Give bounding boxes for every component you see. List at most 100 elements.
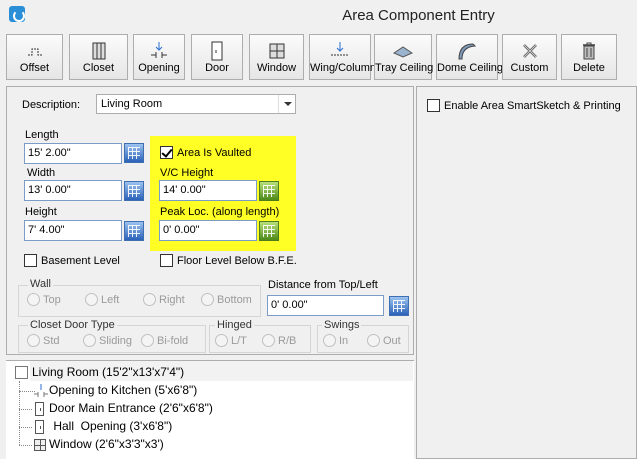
- wing-column-button[interactable]: Wing/Column: [309, 34, 376, 80]
- calculator-icon: [128, 185, 140, 197]
- title-bar: Area Component Entry: [0, 0, 637, 30]
- closet-button-label: Closet: [82, 62, 115, 74]
- opening-button[interactable]: Opening: [133, 34, 185, 80]
- length-label: Length: [25, 129, 59, 141]
- tree-item-opening-kitchen[interactable]: Opening to Kitchen (5'x6'8"): [49, 383, 197, 397]
- closet-button[interactable]: Closet: [69, 34, 128, 80]
- door-icon: [35, 420, 44, 434]
- offset-button[interactable]: Offset: [6, 34, 63, 80]
- opening-icon: [151, 42, 167, 58]
- wall-top-radio[interactable]: [27, 293, 40, 306]
- vc-height-label: V/C Height: [160, 167, 214, 179]
- hinged-rb-radio[interactable]: [262, 334, 275, 347]
- wall-right-label: Right: [159, 294, 185, 306]
- wall-bottom-radio[interactable]: [201, 293, 214, 306]
- delete-button-label: Delete: [573, 62, 605, 74]
- custom-button[interactable]: Custom: [502, 34, 557, 80]
- hinged-lt-radio[interactable]: [215, 334, 228, 347]
- opening-button-label: Opening: [138, 62, 180, 74]
- basement-level-checkbox[interactable]: [24, 254, 37, 267]
- dome-ceiling-button-label: Dome Ceiling: [437, 62, 504, 74]
- width-calculator-button[interactable]: [124, 181, 144, 201]
- height-calculator-button[interactable]: [124, 221, 144, 241]
- tree-connector: [19, 409, 32, 410]
- wall-left-label: Left: [101, 294, 120, 306]
- closet-bifold-label: Bi-fold: [157, 335, 189, 347]
- custom-icon: [522, 44, 537, 58]
- swings-out-radio[interactable]: [367, 334, 380, 347]
- hinged-group-title: Hinged: [215, 319, 254, 331]
- tree-connector: [19, 445, 32, 446]
- height-field[interactable]: 7' 4.00": [24, 220, 122, 241]
- window-title: Area Component Entry: [342, 7, 495, 24]
- vaulted-checkbox[interactable]: [160, 146, 173, 159]
- door-icon: [35, 402, 44, 416]
- component-tree[interactable]: Living Room (15'2"x13'x7'4") Opening to …: [6, 360, 414, 459]
- opening-icon: [34, 384, 48, 397]
- tree-item-window[interactable]: Window (2'6"x3'3"x3'): [49, 437, 164, 451]
- closet-icon: [92, 42, 105, 60]
- peak-location-calculator-button[interactable]: [259, 221, 279, 241]
- wall-left-radio[interactable]: [85, 293, 98, 306]
- closet-sliding-radio[interactable]: [83, 334, 96, 347]
- door-icon: [211, 41, 223, 61]
- length-field[interactable]: 15' 2.00": [24, 143, 122, 164]
- tree-connector: [19, 391, 35, 392]
- door-button[interactable]: Door: [191, 34, 243, 80]
- calculator-icon: [128, 225, 140, 237]
- tree-root-checkbox[interactable]: [15, 366, 28, 379]
- wall-group-title: Wall: [28, 278, 53, 290]
- chevron-down-icon[interactable]: [278, 95, 295, 113]
- swings-in-label: In: [339, 335, 349, 347]
- swings-group-title: Swings: [322, 319, 362, 331]
- swings-in-radio[interactable]: [323, 334, 336, 347]
- dome-ceiling-button[interactable]: Dome Ceiling: [436, 34, 504, 80]
- description-value: Living Room: [101, 98, 163, 110]
- calculator-icon: [393, 300, 405, 312]
- dome-ceiling-icon: [458, 43, 477, 60]
- wall-right-radio[interactable]: [143, 293, 156, 306]
- closet-door-type-title: Closet Door Type: [28, 319, 117, 331]
- smartsketch-label: Enable Area SmartSketch & Printing: [444, 100, 621, 112]
- calculator-icon: [128, 147, 140, 159]
- tray-ceiling-button[interactable]: Tray Ceiling: [374, 34, 434, 80]
- window-icon: [269, 43, 284, 59]
- closet-std-label: Std: [43, 335, 60, 347]
- closet-std-radio[interactable]: [27, 334, 40, 347]
- tree-connector: [19, 427, 32, 428]
- tree-item-hall-opening[interactable]: Hall Opening (3'x6'8"): [50, 419, 172, 433]
- distance-field[interactable]: 0' 0.00": [267, 295, 384, 316]
- delete-button[interactable]: Delete: [561, 34, 617, 80]
- tray-ceiling-button-label: Tray Ceiling: [375, 62, 434, 74]
- floor-level-checkbox[interactable]: [160, 254, 173, 267]
- window-button[interactable]: Window: [249, 34, 304, 80]
- vc-height-calculator-button[interactable]: [259, 181, 279, 201]
- vc-height-field[interactable]: 14' 0.00": [159, 180, 257, 201]
- peak-location-label: Peak Loc. (along length): [160, 206, 280, 218]
- wall-bottom-label: Bottom: [217, 294, 252, 306]
- length-calculator-button[interactable]: [124, 143, 144, 163]
- smartsketch-panel: [416, 86, 637, 459]
- tray-ceiling-icon: [393, 46, 413, 58]
- vaulted-label: Area Is Vaulted: [177, 147, 252, 159]
- closet-bifold-radio[interactable]: [141, 334, 154, 347]
- description-select[interactable]: Living Room: [96, 94, 296, 114]
- tree-root-item[interactable]: Living Room (15'2"x13'x7'4"): [32, 365, 184, 379]
- custom-button-label: Custom: [510, 62, 549, 74]
- peak-location-field[interactable]: 0' 0.00": [159, 220, 257, 241]
- calculator-icon: [263, 185, 275, 197]
- toolbar: Offset Closet Opening Door Window Wing/C…: [6, 31, 637, 81]
- hinged-lt-label: L/T: [231, 335, 247, 347]
- tree-item-door-main-entrance[interactable]: Door Main Entrance (2'6"x6'8"): [49, 401, 213, 415]
- door-button-label: Door: [205, 62, 229, 74]
- smartsketch-checkbox[interactable]: [427, 99, 440, 112]
- width-field[interactable]: 13' 0.00": [24, 180, 122, 201]
- calculator-icon: [263, 225, 275, 237]
- window-icon: [34, 439, 46, 451]
- height-label: Height: [25, 206, 57, 218]
- wing-column-icon: [331, 42, 349, 56]
- description-label: Description:: [22, 99, 81, 111]
- distance-calculator-button[interactable]: [389, 296, 409, 316]
- swings-out-label: Out: [383, 335, 401, 347]
- window-button-label: Window: [256, 62, 297, 74]
